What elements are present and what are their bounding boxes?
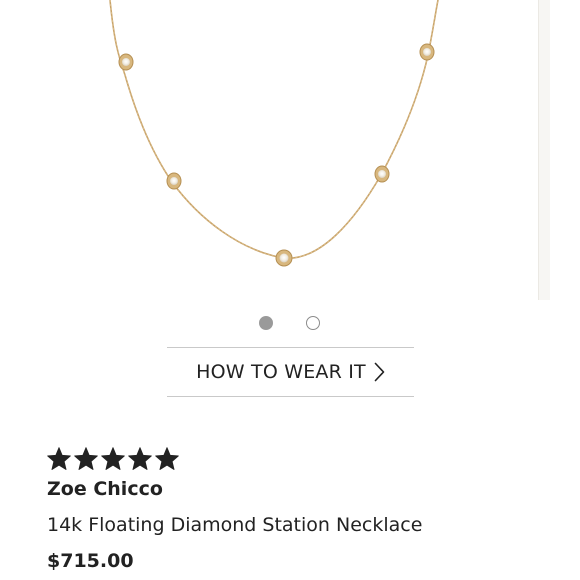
brand-name[interactable]: Zoe Chicco <box>47 478 163 500</box>
next-image-peek[interactable] <box>538 0 550 300</box>
star-icon <box>128 447 152 470</box>
carousel-dot-2[interactable] <box>306 316 320 330</box>
star-icon <box>74 447 98 470</box>
necklace-image <box>109 0 439 267</box>
diamond-station <box>275 249 293 267</box>
star-icon <box>47 447 71 470</box>
diamond-station <box>374 165 390 183</box>
diamond-station <box>118 53 134 71</box>
chevron-right-icon <box>374 362 385 382</box>
product-image[interactable] <box>0 0 550 300</box>
star-rating <box>46 446 180 474</box>
star-icon <box>101 447 125 470</box>
product-title: 14k Floating Diamond Station Necklace <box>47 514 423 536</box>
star-icon <box>155 447 179 470</box>
how-to-wear-button[interactable]: HOW TO WEAR IT <box>167 347 414 397</box>
diamond-station <box>419 43 435 61</box>
carousel-dots <box>0 316 580 332</box>
product-page: HOW TO WEAR IT Zoe Chicco 14k Floating D… <box>0 0 580 580</box>
diamond-station <box>166 172 182 190</box>
carousel-dot-1[interactable] <box>259 316 273 330</box>
product-price: $715.00 <box>47 550 134 572</box>
necklace-chain <box>109 0 439 259</box>
how-to-wear-label: HOW TO WEAR IT <box>196 361 366 383</box>
